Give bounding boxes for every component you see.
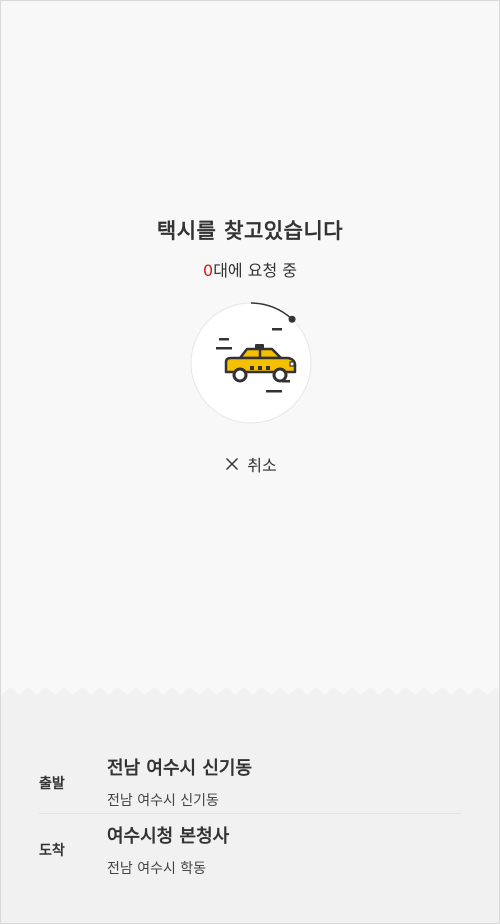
route-info-panel: 출발 전남 여수시 신기동 전남 여수시 신기동 도착 여수시청 본청사 전남 … <box>1 698 499 923</box>
close-icon <box>226 458 239 470</box>
search-title: 택시를 찾고있습니다 <box>156 219 344 243</box>
search-status-area: 택시를 찾고있습니다 0대에 요청 중 취소 <box>1 1 499 701</box>
arrival-row: 도착 여수시청 본청사 전남 여수시 학동 <box>1 814 499 914</box>
departure-label: 출발 <box>39 776 65 792</box>
request-suffix: 대에 요청 중 <box>213 261 297 280</box>
taxi-search-screen: 택시를 찾고있습니다 0대에 요청 중 취소 출발 전남 여수시 신기동 전남 … <box>0 0 500 924</box>
zigzag-divider <box>1 687 499 699</box>
departure-row: 출발 전남 여수시 신기동 전남 여수시 신기동 <box>1 698 499 813</box>
arrival-place: 여수시청 본청사 <box>107 826 230 847</box>
request-count: 0 <box>203 261 214 280</box>
request-count-line: 0대에 요청 중 <box>1 257 499 281</box>
progress-dot <box>288 315 296 323</box>
search-progress-indicator <box>186 298 316 428</box>
cancel-label: 취소 <box>247 456 277 475</box>
progress-ring <box>190 302 312 424</box>
arrival-address: 전남 여수시 학동 <box>107 861 207 877</box>
departure-place: 전남 여수시 신기동 <box>107 758 253 779</box>
cancel-button[interactable]: 취소 <box>201 449 301 479</box>
arrival-label: 도착 <box>39 843 65 859</box>
departure-address: 전남 여수시 신기동 <box>107 793 219 809</box>
